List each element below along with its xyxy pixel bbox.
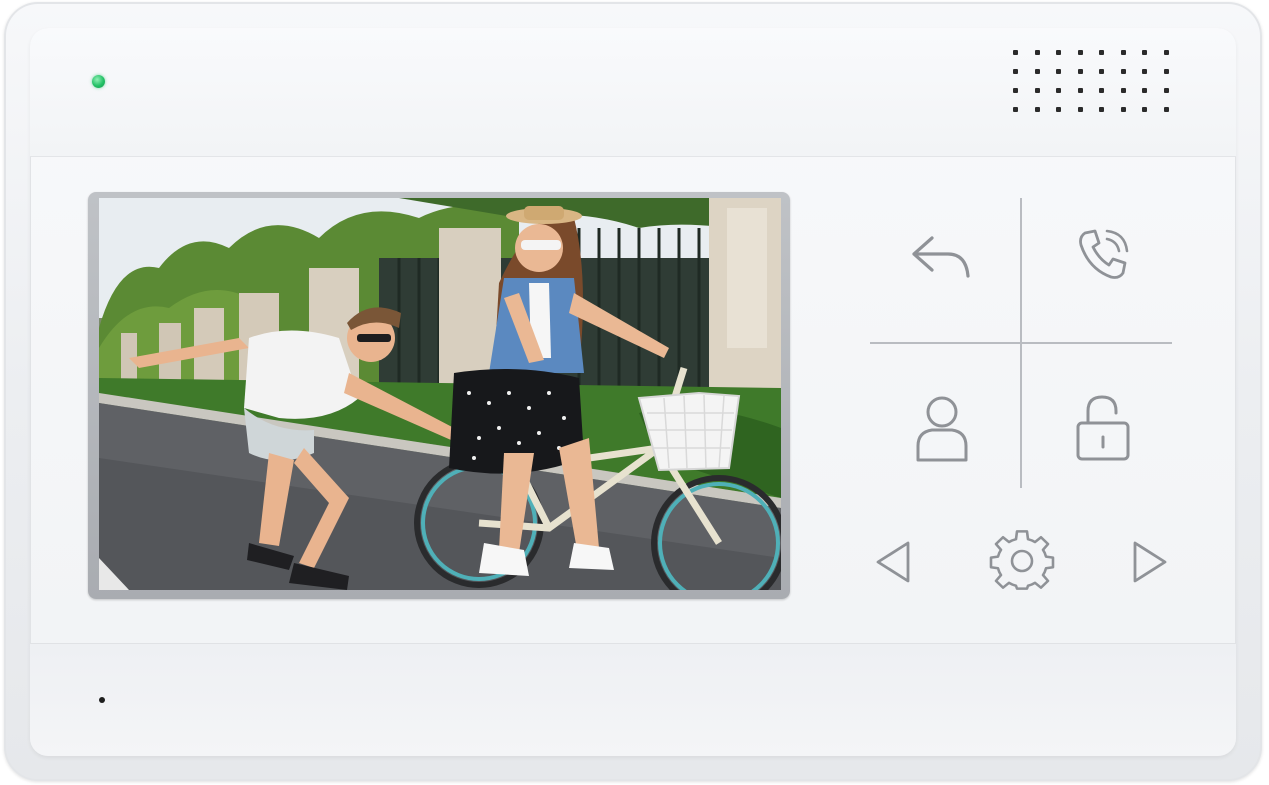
speaker-hole bbox=[1056, 50, 1061, 55]
speaker-grille bbox=[1013, 50, 1173, 120]
padlock-open-icon bbox=[1076, 395, 1130, 461]
call-button[interactable]: Call bbox=[1068, 220, 1138, 290]
gear-icon bbox=[989, 530, 1055, 590]
microphone-hole bbox=[99, 697, 105, 703]
control-divider-horizontal bbox=[870, 342, 1172, 344]
speaker-hole bbox=[1013, 88, 1018, 93]
speaker-hole bbox=[1099, 88, 1104, 93]
unlock-button[interactable]: Unlock bbox=[1068, 393, 1138, 463]
speaker-hole bbox=[1056, 107, 1061, 112]
reply-arrow-icon bbox=[912, 236, 970, 278]
camera-feed-image bbox=[99, 198, 781, 590]
triangle-left-icon bbox=[876, 541, 910, 583]
speaker-hole bbox=[1077, 107, 1083, 112]
speaker-hole bbox=[1142, 50, 1147, 55]
speaker-hole bbox=[1120, 107, 1126, 112]
speaker-hole bbox=[1163, 69, 1169, 74]
next-button[interactable]: Next bbox=[1114, 527, 1184, 597]
speaker-hole bbox=[1099, 50, 1104, 55]
power-led-indicator bbox=[92, 75, 105, 88]
speaker-hole bbox=[1034, 107, 1040, 112]
bottom-band bbox=[30, 643, 1236, 756]
speaker-hole bbox=[1163, 50, 1169, 55]
speaker-hole bbox=[1120, 69, 1126, 74]
speaker-hole bbox=[1056, 88, 1061, 93]
speaker-hole bbox=[1142, 88, 1147, 93]
speaker-hole bbox=[1142, 69, 1147, 74]
back-button[interactable]: Back bbox=[904, 222, 974, 292]
settings-button[interactable]: Settings bbox=[987, 526, 1057, 596]
contacts-button[interactable]: Contacts bbox=[907, 393, 977, 463]
speaker-hole bbox=[1163, 107, 1169, 112]
user-icon bbox=[916, 396, 968, 462]
previous-button[interactable]: Previous bbox=[859, 527, 929, 597]
speaker-hole bbox=[1056, 69, 1061, 74]
speaker-hole bbox=[1099, 69, 1104, 74]
camera-feed-screen bbox=[99, 198, 781, 590]
speaker-hole bbox=[1142, 107, 1147, 112]
speaker-hole bbox=[1013, 69, 1018, 74]
speaker-hole bbox=[1099, 107, 1104, 112]
speaker-hole bbox=[1013, 50, 1018, 55]
speaker-hole bbox=[1120, 50, 1126, 55]
speaker-hole bbox=[1163, 88, 1169, 93]
speaker-hole bbox=[1034, 50, 1040, 55]
speaker-hole bbox=[1034, 88, 1040, 93]
speaker-hole bbox=[1034, 69, 1040, 74]
speaker-hole bbox=[1120, 88, 1126, 93]
speaker-hole bbox=[1077, 88, 1083, 93]
speaker-hole bbox=[1077, 69, 1083, 74]
phone-ringing-icon bbox=[1079, 229, 1129, 279]
speaker-hole bbox=[1077, 50, 1083, 55]
speaker-hole bbox=[1013, 107, 1018, 112]
triangle-right-icon bbox=[1133, 541, 1167, 583]
